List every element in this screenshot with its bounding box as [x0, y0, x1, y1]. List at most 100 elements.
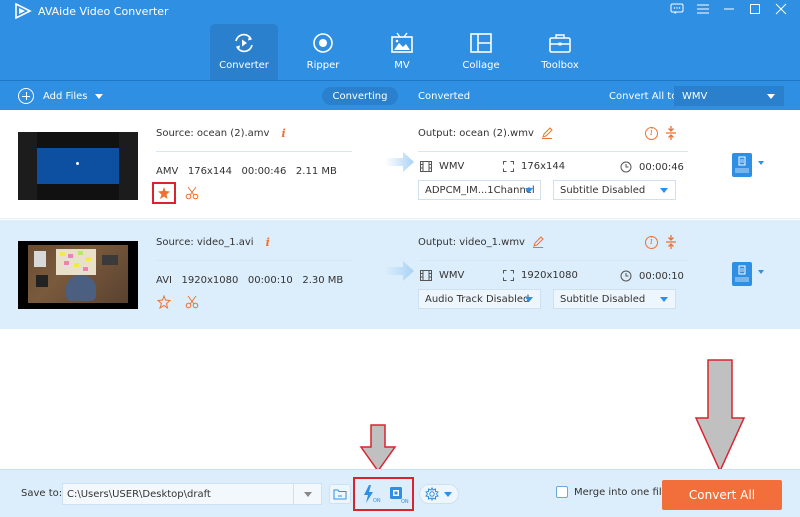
toolbox-icon	[549, 34, 571, 53]
folder-icon	[333, 489, 347, 500]
edit-name-icon[interactable]	[541, 127, 553, 139]
add-files-button[interactable]: Add Files	[18, 86, 104, 106]
save-path-input[interactable]: C:\Users\USER\Desktop\draft	[62, 483, 322, 505]
audio-track-value: ADPCM_IM...1Channel	[425, 184, 535, 196]
tab-converting[interactable]: Converting	[322, 87, 398, 105]
gear-icon	[425, 487, 439, 501]
nav-collage-label: Collage	[462, 60, 500, 71]
video-thumbnail[interactable]	[18, 132, 138, 200]
feedback-icon[interactable]	[664, 0, 690, 18]
output-format-button[interactable]	[732, 153, 752, 177]
output-info-icon[interactable]: i	[645, 126, 658, 140]
info-icon[interactable]: i	[266, 236, 270, 249]
edit-tools	[152, 291, 208, 313]
collage-icon	[470, 33, 492, 53]
nav-converter[interactable]: Converter	[210, 24, 278, 80]
nav-ripper-label: Ripper	[306, 60, 340, 71]
add-files-label: Add Files	[43, 90, 88, 102]
menu-icon[interactable]	[690, 0, 716, 18]
audio-track-select[interactable]: Audio Track Disabled	[418, 289, 541, 309]
edit-name-icon[interactable]	[532, 236, 544, 248]
output-resolution-value: 176x144	[521, 161, 566, 172]
settings-button[interactable]	[419, 484, 459, 504]
title-bar: AVAide Video Converter Converter Ripper …	[0, 0, 800, 80]
audio-track-select[interactable]: ADPCM_IM...1Channel	[418, 180, 541, 200]
nav-converter-label: Converter	[219, 60, 269, 71]
enhance-icon	[158, 187, 170, 199]
clock-icon	[620, 161, 632, 173]
source-filename: Source: video_1.avi	[156, 237, 254, 248]
hardware-acceleration-button[interactable]: ON	[359, 484, 383, 504]
merge-checkbox-box[interactable]	[556, 486, 568, 498]
output-format: WMV	[420, 161, 464, 172]
open-folder-button[interactable]	[329, 484, 351, 504]
nav-ripper[interactable]: Ripper	[289, 24, 357, 80]
save-path-dropdown[interactable]	[293, 484, 321, 504]
app-title: AVAide Video Converter	[14, 2, 169, 20]
video-thumbnail[interactable]	[18, 241, 138, 309]
output-info: Output: ocean (2).wmv	[418, 127, 553, 139]
add-files-dropdown-icon[interactable]	[95, 93, 104, 99]
main-nav: Converter Ripper MV Collage Toolbox	[210, 24, 605, 80]
lightning-icon: ON	[364, 485, 381, 504]
output-resolution: 1920x1080	[503, 270, 578, 281]
clock-icon	[620, 270, 632, 282]
cut-button[interactable]	[180, 291, 204, 313]
output-resolution-value: 1920x1080	[521, 270, 578, 281]
nav-toolbox[interactable]: Toolbox	[526, 24, 594, 80]
add-icon	[18, 88, 34, 104]
audio-track-value: Audio Track Disabled	[425, 293, 530, 305]
output-duration: 00:00:10	[620, 270, 684, 282]
convert-all-format-select[interactable]: WMV	[674, 86, 784, 106]
tab-converted[interactable]: Converted	[418, 87, 470, 105]
convert-all-button[interactable]: Convert All	[662, 480, 782, 510]
enhance-button[interactable]	[152, 291, 176, 313]
divider	[418, 151, 688, 152]
window-controls	[664, 0, 794, 18]
chevron-down-icon	[525, 297, 533, 302]
ripper-icon	[313, 33, 333, 53]
subtitle-value: Subtitle Disabled	[560, 293, 646, 305]
format-dropdown-icon[interactable]	[758, 270, 764, 274]
convert-arrow-icon	[385, 152, 414, 172]
output-duration-value: 00:00:46	[639, 161, 684, 173]
output-actions: i	[645, 126, 676, 140]
subtitle-select[interactable]: Subtitle Disabled	[553, 180, 676, 200]
source-meta: AMV 176x144 00:00:46 2.11 MB	[156, 166, 337, 177]
nav-mv[interactable]: MV	[368, 24, 436, 80]
subtitle-select[interactable]: Subtitle Disabled	[553, 289, 676, 309]
file-row: Source: video_1.avi i AVI 1920x1080 00:0…	[0, 220, 800, 329]
output-duration-value: 00:00:10	[639, 270, 684, 282]
format-dropdown-icon[interactable]	[758, 161, 764, 165]
minimize-icon[interactable]	[716, 0, 742, 18]
source-filename: Source: ocean (2).amv	[156, 128, 270, 139]
convert-all-to-label: Convert All to:	[609, 90, 681, 102]
enhance-icon	[157, 295, 171, 309]
chevron-down-icon	[660, 297, 668, 302]
source-info: Source: video_1.avi i	[156, 236, 270, 249]
info-icon[interactable]: i	[281, 127, 285, 140]
hw-accel-badge: ON	[373, 498, 381, 504]
output-info-icon[interactable]: i	[645, 235, 658, 249]
nav-collage[interactable]: Collage	[447, 24, 515, 80]
output-duration: 00:00:46	[620, 161, 684, 173]
wmv-format-icon	[735, 156, 749, 173]
output-format-value: WMV	[439, 270, 465, 281]
enhance-button[interactable]	[152, 182, 176, 204]
cut-button[interactable]	[180, 182, 204, 204]
chevron-down-icon	[660, 188, 668, 193]
gpu-acceleration-button[interactable]: ON	[386, 484, 410, 504]
maximize-icon[interactable]	[742, 0, 768, 18]
nav-toolbox-label: Toolbox	[541, 60, 579, 71]
merge-checkbox[interactable]: Merge into one file	[556, 486, 668, 498]
resolution-icon	[503, 161, 514, 172]
source-meta: AVI 1920x1080 00:00:10 2.30 MB	[156, 275, 344, 286]
footer-bar: Save to: C:\Users\USER\Desktop\draft ON …	[0, 469, 800, 517]
merge-label: Merge into one file	[574, 486, 668, 498]
output-format-button[interactable]	[732, 262, 752, 286]
compress-icon[interactable]	[666, 126, 676, 140]
output-filename: Output: video_1.wmv	[418, 236, 525, 248]
compress-icon[interactable]	[666, 235, 676, 249]
close-icon[interactable]	[768, 0, 794, 18]
gpu-accel-badge: ON	[401, 499, 409, 504]
